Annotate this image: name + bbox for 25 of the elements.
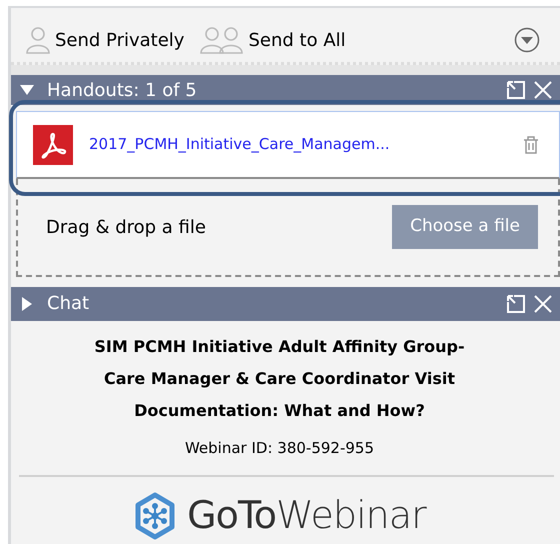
trash-icon[interactable] xyxy=(523,136,539,154)
handout-row[interactable]: 2017_PCMH_Initiative_Care_Managem... xyxy=(16,111,560,180)
webinar-title: SIM PCMH Initiative Adult Affinity Group- Care Manager & Care Coordinator Visit Documentation: What and How? xyxy=(94,336,466,422)
drop-zone[interactable]: Drag & drop a file Choose a file xyxy=(16,179,560,278)
panel-title: Chat xyxy=(47,292,90,316)
expand-icon[interactable] xyxy=(21,296,33,311)
file-link[interactable]: 2017_PCMH_Initiative_Care_Managem... xyxy=(89,133,390,156)
people-icon xyxy=(200,26,244,54)
toolbar-button[interactable]: Send Privately xyxy=(25,26,184,54)
webinar-id: Webinar ID: 380-592-955 xyxy=(184,438,376,459)
pdf-icon xyxy=(33,124,73,165)
person-icon xyxy=(25,26,51,54)
popout-icon[interactable] xyxy=(506,80,526,100)
logo-wordmark: GoToWebinar xyxy=(187,492,426,540)
dropdown-icon[interactable] xyxy=(514,27,540,54)
close-icon[interactable] xyxy=(534,294,552,313)
panel-splitter[interactable] xyxy=(11,65,560,76)
panel-title: Handouts: 1 of 5 xyxy=(47,78,197,103)
toolbar-button[interactable]: Send to All xyxy=(200,26,346,54)
panel-header[interactable]: Chat xyxy=(11,286,560,321)
popout-icon[interactable] xyxy=(506,294,526,314)
collapse-icon[interactable] xyxy=(20,84,34,96)
drop-hint: Drag & drop a file xyxy=(46,216,206,240)
logo-icon xyxy=(133,492,178,540)
close-icon[interactable] xyxy=(534,81,552,100)
